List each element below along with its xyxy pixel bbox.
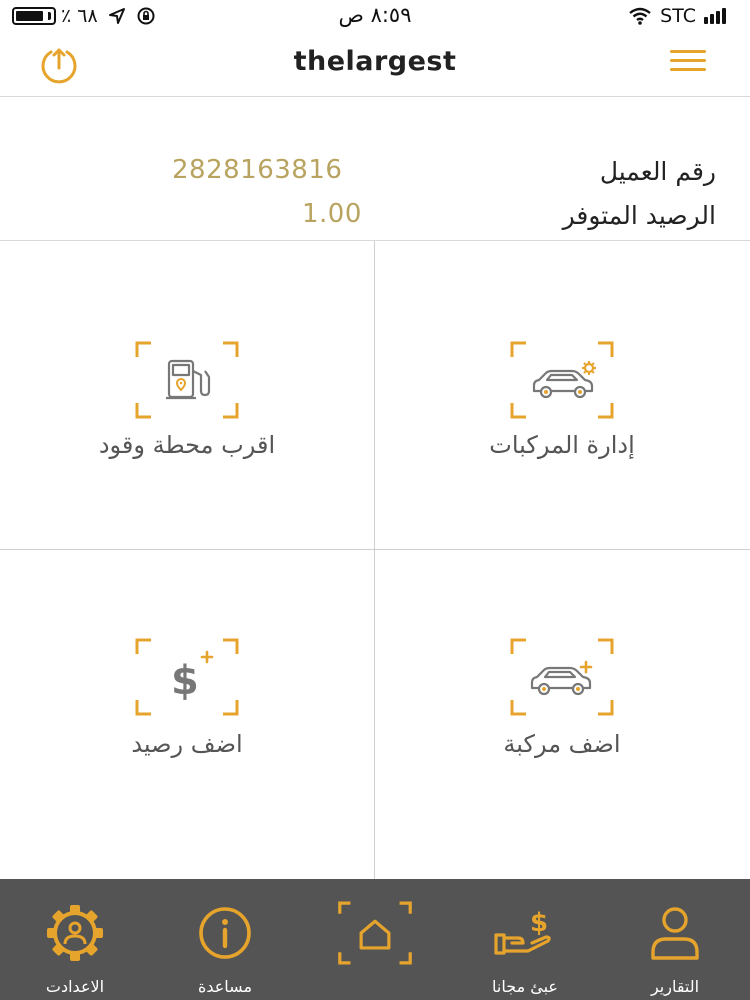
add-vehicle-tile[interactable]: اضف مركبة [375,550,749,879]
add-balance-tile[interactable]: $ اضف رصيد [0,550,374,879]
tab-settings-label: الاعدادت [45,977,105,996]
nearest-fuel-station-tile[interactable]: اقرب محطة وقود [0,241,374,549]
tab-help[interactable]: مساعدة [150,879,300,1000]
add-vehicle-label: اضف مركبة [503,730,621,758]
hamburger-menu-icon[interactable] [670,50,708,78]
home-icon [338,901,412,965]
account-info: رقم العميل 2828163816 الرصيد المتوفر 1.0… [0,97,750,241]
user-icon [651,907,699,960]
tab-fill-free-label: عبئ مجانا [492,977,558,996]
add-car-icon [510,638,614,716]
settings-gear-icon [47,905,103,961]
balance-value: 1.00 [302,199,362,229]
customer-number-value: 2828163816 [172,155,343,185]
manage-vehicles-tile[interactable]: إدارة المركبات [375,241,749,549]
nearest-fuel-station-label: اقرب محطة وقود [98,431,276,459]
status-right: STC [628,5,726,27]
tab-home[interactable] [300,879,450,1000]
fuel-station-icon [135,341,239,419]
wifi-icon [629,7,651,25]
signal-icon [704,8,726,24]
add-balance-icon: $ [135,638,239,716]
status-bar: ٦٨ ٪ ٨:٥٩ ص STC [0,0,750,34]
add-balance-label: اضف رصيد [131,730,243,758]
hand-money-icon: $ [494,908,551,955]
info-icon [199,907,251,959]
customer-number-label: رقم العميل [599,157,716,186]
action-grid: إدارة المركبات اقرب محطة وقود اضف مركبة [0,241,750,879]
tab-help-label: مساعدة [197,977,253,996]
nav-bar: thelargest [0,34,750,97]
car-settings-icon [510,341,614,419]
manage-vehicles-label: إدارة المركبات [489,431,635,459]
page-title: thelargest [293,46,457,77]
tab-reports-label: التقارير [650,977,700,996]
balance-label: الرصيد المتوفر [562,201,716,230]
svg-text:$: $ [171,658,199,704]
tab-bar: التقارير $ عبئ مجانا مساعدة الاعدادت [0,879,750,1000]
tab-reports[interactable]: التقارير [600,879,750,1000]
carrier-name: STC [660,5,696,27]
tab-fill-free[interactable]: $ عبئ مجانا [450,879,600,1000]
svg-text:$: $ [530,908,548,938]
tab-settings[interactable]: الاعدادت [0,879,150,1000]
